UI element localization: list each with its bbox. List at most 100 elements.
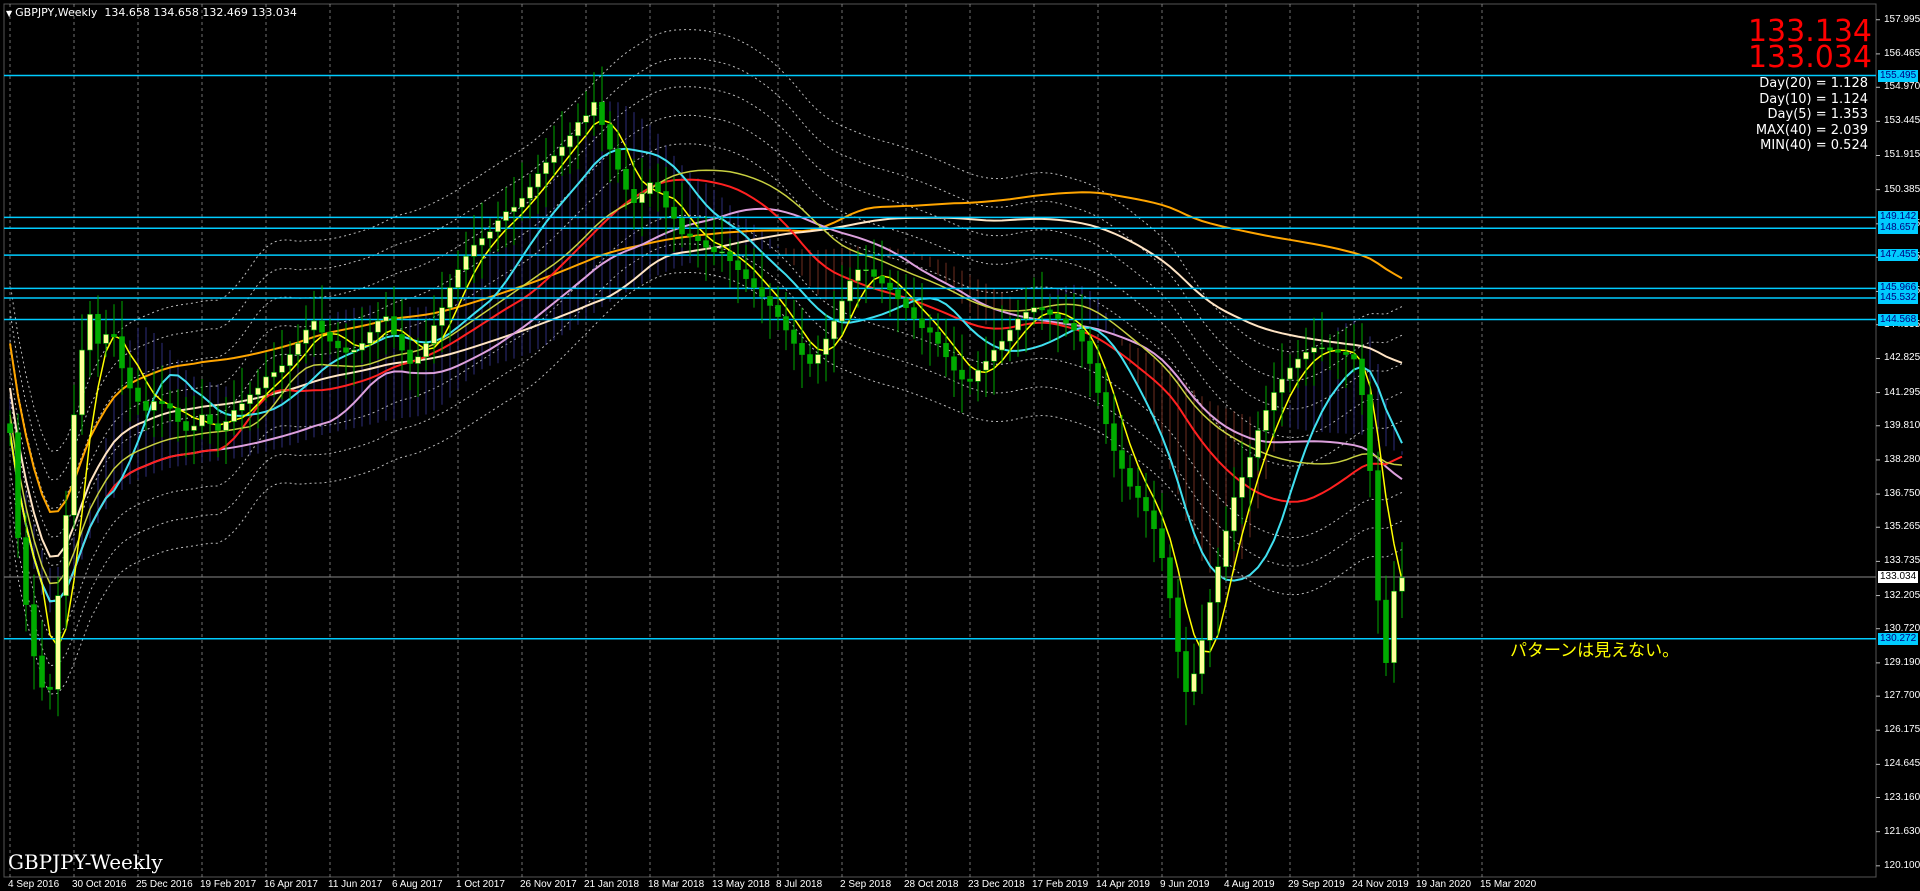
candle-body bbox=[279, 365, 285, 373]
candle-body bbox=[1015, 318, 1021, 331]
candle-body bbox=[871, 269, 877, 277]
candle-body bbox=[599, 101, 605, 125]
candle-body bbox=[855, 269, 861, 282]
price-tick-label: 129.190 bbox=[1884, 656, 1920, 668]
candle-body bbox=[559, 146, 565, 157]
candle-body bbox=[1199, 640, 1205, 675]
envelope-band-line bbox=[9, 243, 1403, 667]
candle-body bbox=[111, 334, 117, 337]
volatility-stats: Day(20) = 1.128 Day(10) = 1.124 Day(5) =… bbox=[1700, 76, 1868, 154]
candle-body bbox=[343, 347, 349, 353]
stat-line: Day(5) = 1.353 bbox=[1767, 107, 1868, 122]
plot-frame bbox=[3, 3, 1877, 878]
candle-body bbox=[39, 655, 45, 688]
candle-body bbox=[383, 316, 389, 322]
candle-body bbox=[823, 338, 829, 355]
candle-body bbox=[1127, 468, 1133, 487]
candle-body bbox=[1183, 651, 1189, 692]
candle-body bbox=[1007, 329, 1013, 342]
candle-body bbox=[535, 173, 541, 188]
candle-body bbox=[1159, 528, 1165, 559]
price-chart[interactable] bbox=[0, 0, 1920, 891]
candle-body bbox=[647, 182, 653, 195]
date-tick-label: 4 Sep 2016 bbox=[8, 879, 60, 890]
candle-body bbox=[1399, 577, 1405, 592]
candle-body bbox=[783, 316, 789, 331]
date-tick-label: 30 Oct 2016 bbox=[72, 879, 127, 890]
candle-body bbox=[207, 414, 213, 425]
price-tick-label: 123.160 bbox=[1884, 791, 1920, 803]
candle-body bbox=[991, 349, 997, 362]
candle-body bbox=[391, 316, 397, 335]
candle-body bbox=[1087, 340, 1093, 364]
candle-body bbox=[839, 300, 845, 322]
candle-body bbox=[295, 343, 301, 355]
candle-body bbox=[799, 343, 805, 355]
candle-body bbox=[1079, 329, 1085, 342]
candle-body bbox=[671, 206, 677, 219]
price-tick-label: 136.750 bbox=[1884, 488, 1920, 500]
candle-body bbox=[151, 401, 157, 411]
candle-body bbox=[959, 369, 965, 380]
candle-body bbox=[1191, 673, 1197, 692]
candle-body bbox=[103, 334, 109, 344]
candle-body bbox=[791, 329, 797, 344]
candle-body bbox=[519, 197, 525, 208]
candle-body bbox=[423, 343, 429, 358]
date-tick-label: 14 Apr 2019 bbox=[1096, 879, 1150, 890]
price-tick-label: 120.100 bbox=[1884, 859, 1920, 871]
candle-body bbox=[887, 282, 893, 291]
candle-body bbox=[927, 327, 933, 333]
candle-body bbox=[1039, 307, 1045, 311]
date-tick-label: 1 Oct 2017 bbox=[456, 879, 505, 890]
candle-body bbox=[1287, 367, 1293, 380]
candle-body bbox=[1207, 602, 1213, 641]
price-tick-label: 133.735 bbox=[1884, 555, 1920, 567]
candle-body bbox=[183, 421, 189, 431]
candle-body bbox=[303, 329, 309, 344]
envelope-band-line bbox=[9, 114, 1403, 538]
candle-body bbox=[415, 356, 421, 364]
candle-body bbox=[687, 233, 693, 237]
candle-body bbox=[87, 314, 93, 351]
candle-body bbox=[31, 604, 37, 657]
price-tick-label: 132.205 bbox=[1884, 589, 1920, 601]
candle-body bbox=[543, 162, 549, 174]
candle-body bbox=[1311, 347, 1317, 353]
candle-body bbox=[751, 278, 757, 288]
price-tick-label: 141.295 bbox=[1884, 386, 1920, 398]
candle-body bbox=[1143, 497, 1149, 512]
chart-watermark: GBPJPY-Weekly bbox=[8, 850, 163, 874]
candle-body bbox=[759, 287, 765, 297]
candle-body bbox=[1111, 423, 1117, 451]
price-level-label: 144.568 bbox=[1878, 313, 1918, 326]
date-tick-label: 26 Nov 2017 bbox=[520, 879, 577, 890]
candle-body bbox=[1279, 378, 1285, 393]
candle-body bbox=[847, 280, 853, 302]
chart-menu-icon[interactable]: ▼ bbox=[6, 9, 12, 18]
candle-body bbox=[615, 148, 621, 170]
candle-body bbox=[655, 182, 661, 192]
candle-body bbox=[511, 206, 517, 212]
candle-body bbox=[1151, 510, 1157, 529]
price-tick-label: 151.915 bbox=[1884, 149, 1920, 161]
candle-body bbox=[903, 298, 909, 308]
candle-body bbox=[471, 244, 477, 257]
candle-body bbox=[119, 336, 125, 369]
candle-body bbox=[1343, 352, 1349, 355]
candle-body bbox=[1023, 311, 1029, 320]
price-tick-label: 157.995 bbox=[1884, 13, 1920, 25]
candle-body bbox=[911, 307, 917, 320]
candle-body bbox=[1175, 597, 1181, 652]
date-tick-label: 11 Jun 2017 bbox=[328, 879, 383, 890]
candle-body bbox=[159, 401, 165, 404]
price-level-label: 148.657 bbox=[1878, 222, 1918, 235]
price-tick-label: 150.385 bbox=[1884, 183, 1920, 195]
candle-body bbox=[127, 367, 133, 389]
candle-body bbox=[567, 135, 573, 148]
candle-body bbox=[767, 296, 773, 306]
date-tick-label: 24 Nov 2019 bbox=[1352, 879, 1409, 890]
candle-body bbox=[935, 331, 941, 344]
stat-line: Day(10) = 1.124 bbox=[1759, 91, 1868, 107]
candle-body bbox=[919, 318, 925, 329]
